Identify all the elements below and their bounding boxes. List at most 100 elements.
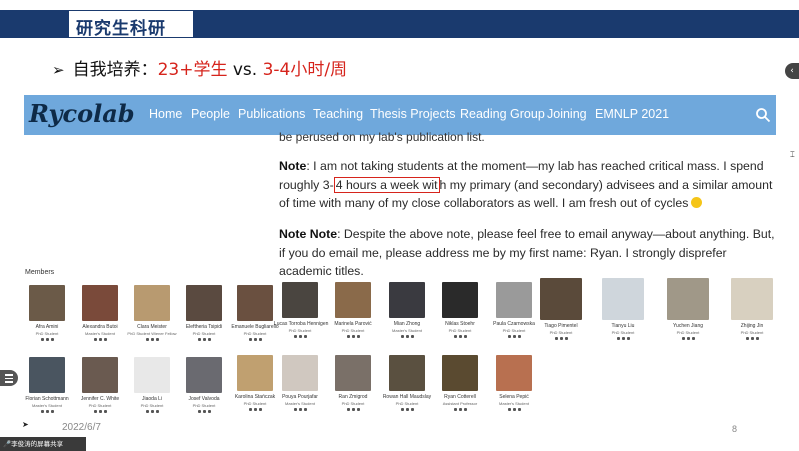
social-link-icon[interactable] — [298, 335, 302, 338]
member-photo[interactable] — [186, 357, 222, 393]
social-link-icon[interactable] — [145, 410, 149, 413]
nav-joining[interactable]: Joining — [547, 107, 587, 121]
social-link-icon[interactable] — [686, 337, 690, 340]
member-photo[interactable] — [282, 355, 318, 391]
social-link-icon[interactable] — [258, 408, 262, 411]
social-link-icon[interactable] — [463, 335, 467, 338]
member-photo[interactable] — [82, 285, 118, 321]
social-link-icon[interactable] — [40, 338, 44, 341]
social-link-icon[interactable] — [405, 408, 409, 411]
member-photo[interactable] — [237, 285, 273, 321]
member-photo[interactable] — [389, 355, 425, 391]
member-photo[interactable] — [442, 355, 478, 391]
social-link-icon[interactable] — [248, 408, 252, 411]
social-link-icon[interactable] — [554, 337, 558, 340]
member-social-icons[interactable] — [335, 335, 371, 338]
member-photo[interactable] — [282, 282, 318, 318]
member-card[interactable]: Clara Meister PhD Student Wiener Fellow — [127, 285, 177, 343]
social-link-icon[interactable] — [691, 337, 695, 340]
social-link-icon[interactable] — [626, 337, 630, 340]
social-link-icon[interactable] — [517, 408, 521, 411]
social-link-icon[interactable] — [351, 335, 355, 338]
social-link-icon[interactable] — [103, 338, 107, 341]
social-link-icon[interactable] — [40, 410, 44, 413]
social-link-icon[interactable] — [346, 408, 350, 411]
member-social-icons[interactable] — [540, 337, 582, 340]
social-link-icon[interactable] — [351, 408, 355, 411]
member-photo[interactable] — [29, 357, 65, 393]
social-link-icon[interactable] — [98, 338, 102, 341]
social-link-icon[interactable] — [303, 335, 307, 338]
member-social-icons[interactable] — [237, 408, 273, 411]
social-link-icon[interactable] — [248, 338, 252, 341]
social-link-icon[interactable] — [750, 337, 754, 340]
social-link-icon[interactable] — [458, 408, 462, 411]
social-link-icon[interactable] — [258, 338, 262, 341]
member-social-icons[interactable] — [186, 410, 222, 413]
member-social-icons[interactable] — [82, 410, 118, 413]
social-link-icon[interactable] — [507, 335, 511, 338]
member-social-icons[interactable] — [496, 335, 532, 338]
social-link-icon[interactable] — [356, 335, 360, 338]
member-photo[interactable] — [602, 278, 644, 320]
member-card[interactable]: Afra Amini PhD Student — [29, 285, 65, 343]
social-link-icon[interactable] — [453, 335, 457, 338]
social-link-icon[interactable] — [93, 338, 97, 341]
social-link-icon[interactable] — [150, 338, 154, 341]
member-photo[interactable] — [496, 282, 532, 318]
member-card[interactable]: Selena Pepić Master's Student — [496, 355, 532, 413]
social-link-icon[interactable] — [621, 337, 625, 340]
social-link-icon[interactable] — [681, 337, 685, 340]
social-link-icon[interactable] — [103, 410, 107, 413]
social-link-icon[interactable] — [93, 410, 97, 413]
social-link-icon[interactable] — [559, 337, 563, 340]
social-link-icon[interactable] — [253, 408, 257, 411]
member-photo[interactable] — [186, 285, 222, 321]
social-link-icon[interactable] — [453, 408, 457, 411]
social-link-icon[interactable] — [50, 338, 54, 341]
member-card[interactable]: Tianyu Liu PhD Student — [602, 278, 644, 342]
member-social-icons[interactable] — [442, 408, 478, 411]
social-link-icon[interactable] — [207, 338, 211, 341]
social-link-icon[interactable] — [512, 335, 516, 338]
social-link-icon[interactable] — [507, 408, 511, 411]
social-link-icon[interactable] — [298, 408, 302, 411]
social-link-icon[interactable] — [293, 408, 297, 411]
member-card[interactable]: Karolina Stańczak PhD Student — [235, 355, 275, 413]
member-card[interactable]: Rowan Hall Maudslay PhD Student — [383, 355, 431, 413]
social-link-icon[interactable] — [356, 408, 360, 411]
member-photo[interactable] — [335, 355, 371, 391]
member-photo[interactable] — [667, 278, 709, 320]
social-link-icon[interactable] — [303, 408, 307, 411]
screen-share-bar[interactable]: 🎤李俊涛的屏幕共享 — [0, 437, 86, 451]
nav-emnlp-2021[interactable]: EMNLP 2021 — [595, 107, 669, 121]
social-link-icon[interactable] — [512, 408, 516, 411]
nav-thesis-projects[interactable]: Thesis Projects — [370, 107, 455, 121]
social-link-icon[interactable] — [155, 338, 159, 341]
member-social-icons[interactable] — [496, 408, 532, 411]
member-social-icons[interactable] — [667, 337, 709, 340]
nav-home[interactable]: Home — [149, 107, 182, 121]
member-card[interactable]: Yuchen Jiang PhD Student — [667, 278, 709, 342]
member-social-icons[interactable] — [282, 335, 318, 338]
social-link-icon[interactable] — [50, 410, 54, 413]
member-photo[interactable] — [442, 282, 478, 318]
search-icon[interactable] — [755, 107, 771, 123]
social-link-icon[interactable] — [197, 338, 201, 341]
member-card[interactable]: Lucas Torroba Hennigen PhD Student — [274, 282, 328, 340]
member-card[interactable]: Paula Czarnowska PhD Student — [493, 282, 535, 340]
member-card[interactable]: Alexandra Butoi Master's Student — [82, 285, 118, 343]
member-social-icons[interactable] — [134, 338, 170, 341]
member-photo[interactable] — [134, 285, 170, 321]
social-link-icon[interactable] — [755, 337, 759, 340]
social-link-icon[interactable] — [745, 337, 749, 340]
social-link-icon[interactable] — [45, 338, 49, 341]
social-link-icon[interactable] — [207, 410, 211, 413]
member-social-icons[interactable] — [237, 338, 273, 341]
member-photo[interactable] — [389, 282, 425, 318]
social-link-icon[interactable] — [202, 410, 206, 413]
member-card[interactable]: Ran Zmigrod PhD Student — [335, 355, 371, 413]
member-social-icons[interactable] — [29, 338, 65, 341]
list-menu-icon[interactable] — [0, 370, 18, 386]
member-card[interactable]: Pouya Pourjafar Master's Student — [282, 355, 318, 413]
